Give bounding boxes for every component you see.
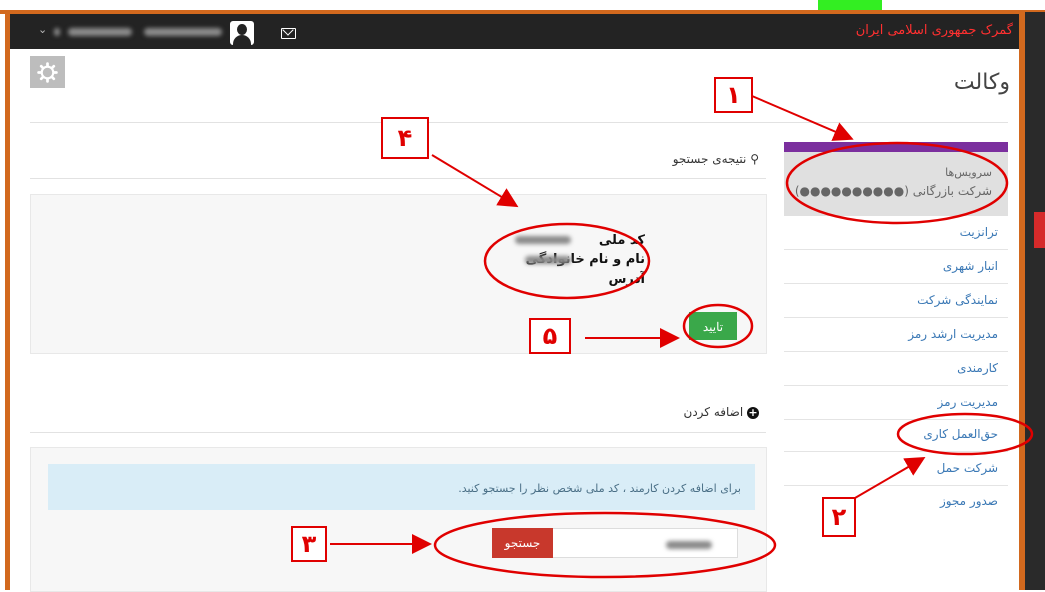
annotation-overlay xyxy=(330,95,1034,579)
annotation-ellipse-confirm xyxy=(682,303,754,349)
annotation-number-4: ۴ xyxy=(381,117,429,159)
annotation-number-3: ۳ xyxy=(291,526,327,562)
annotation-number-5: ۵ xyxy=(529,318,571,354)
annotation-arrow-4 xyxy=(431,154,519,208)
annotation-number-1: ۱ xyxy=(714,77,753,113)
annotation-ellipse-broker xyxy=(896,412,1034,456)
annotation-arrow-2 xyxy=(854,456,926,499)
annotation-number-2: ۲ xyxy=(822,497,856,537)
annotation-ellipse-search xyxy=(433,511,777,579)
annotation-arrow-1 xyxy=(751,95,854,141)
annotation-ellipse-result xyxy=(483,222,651,300)
annotation-ellipse-services xyxy=(785,141,1009,225)
